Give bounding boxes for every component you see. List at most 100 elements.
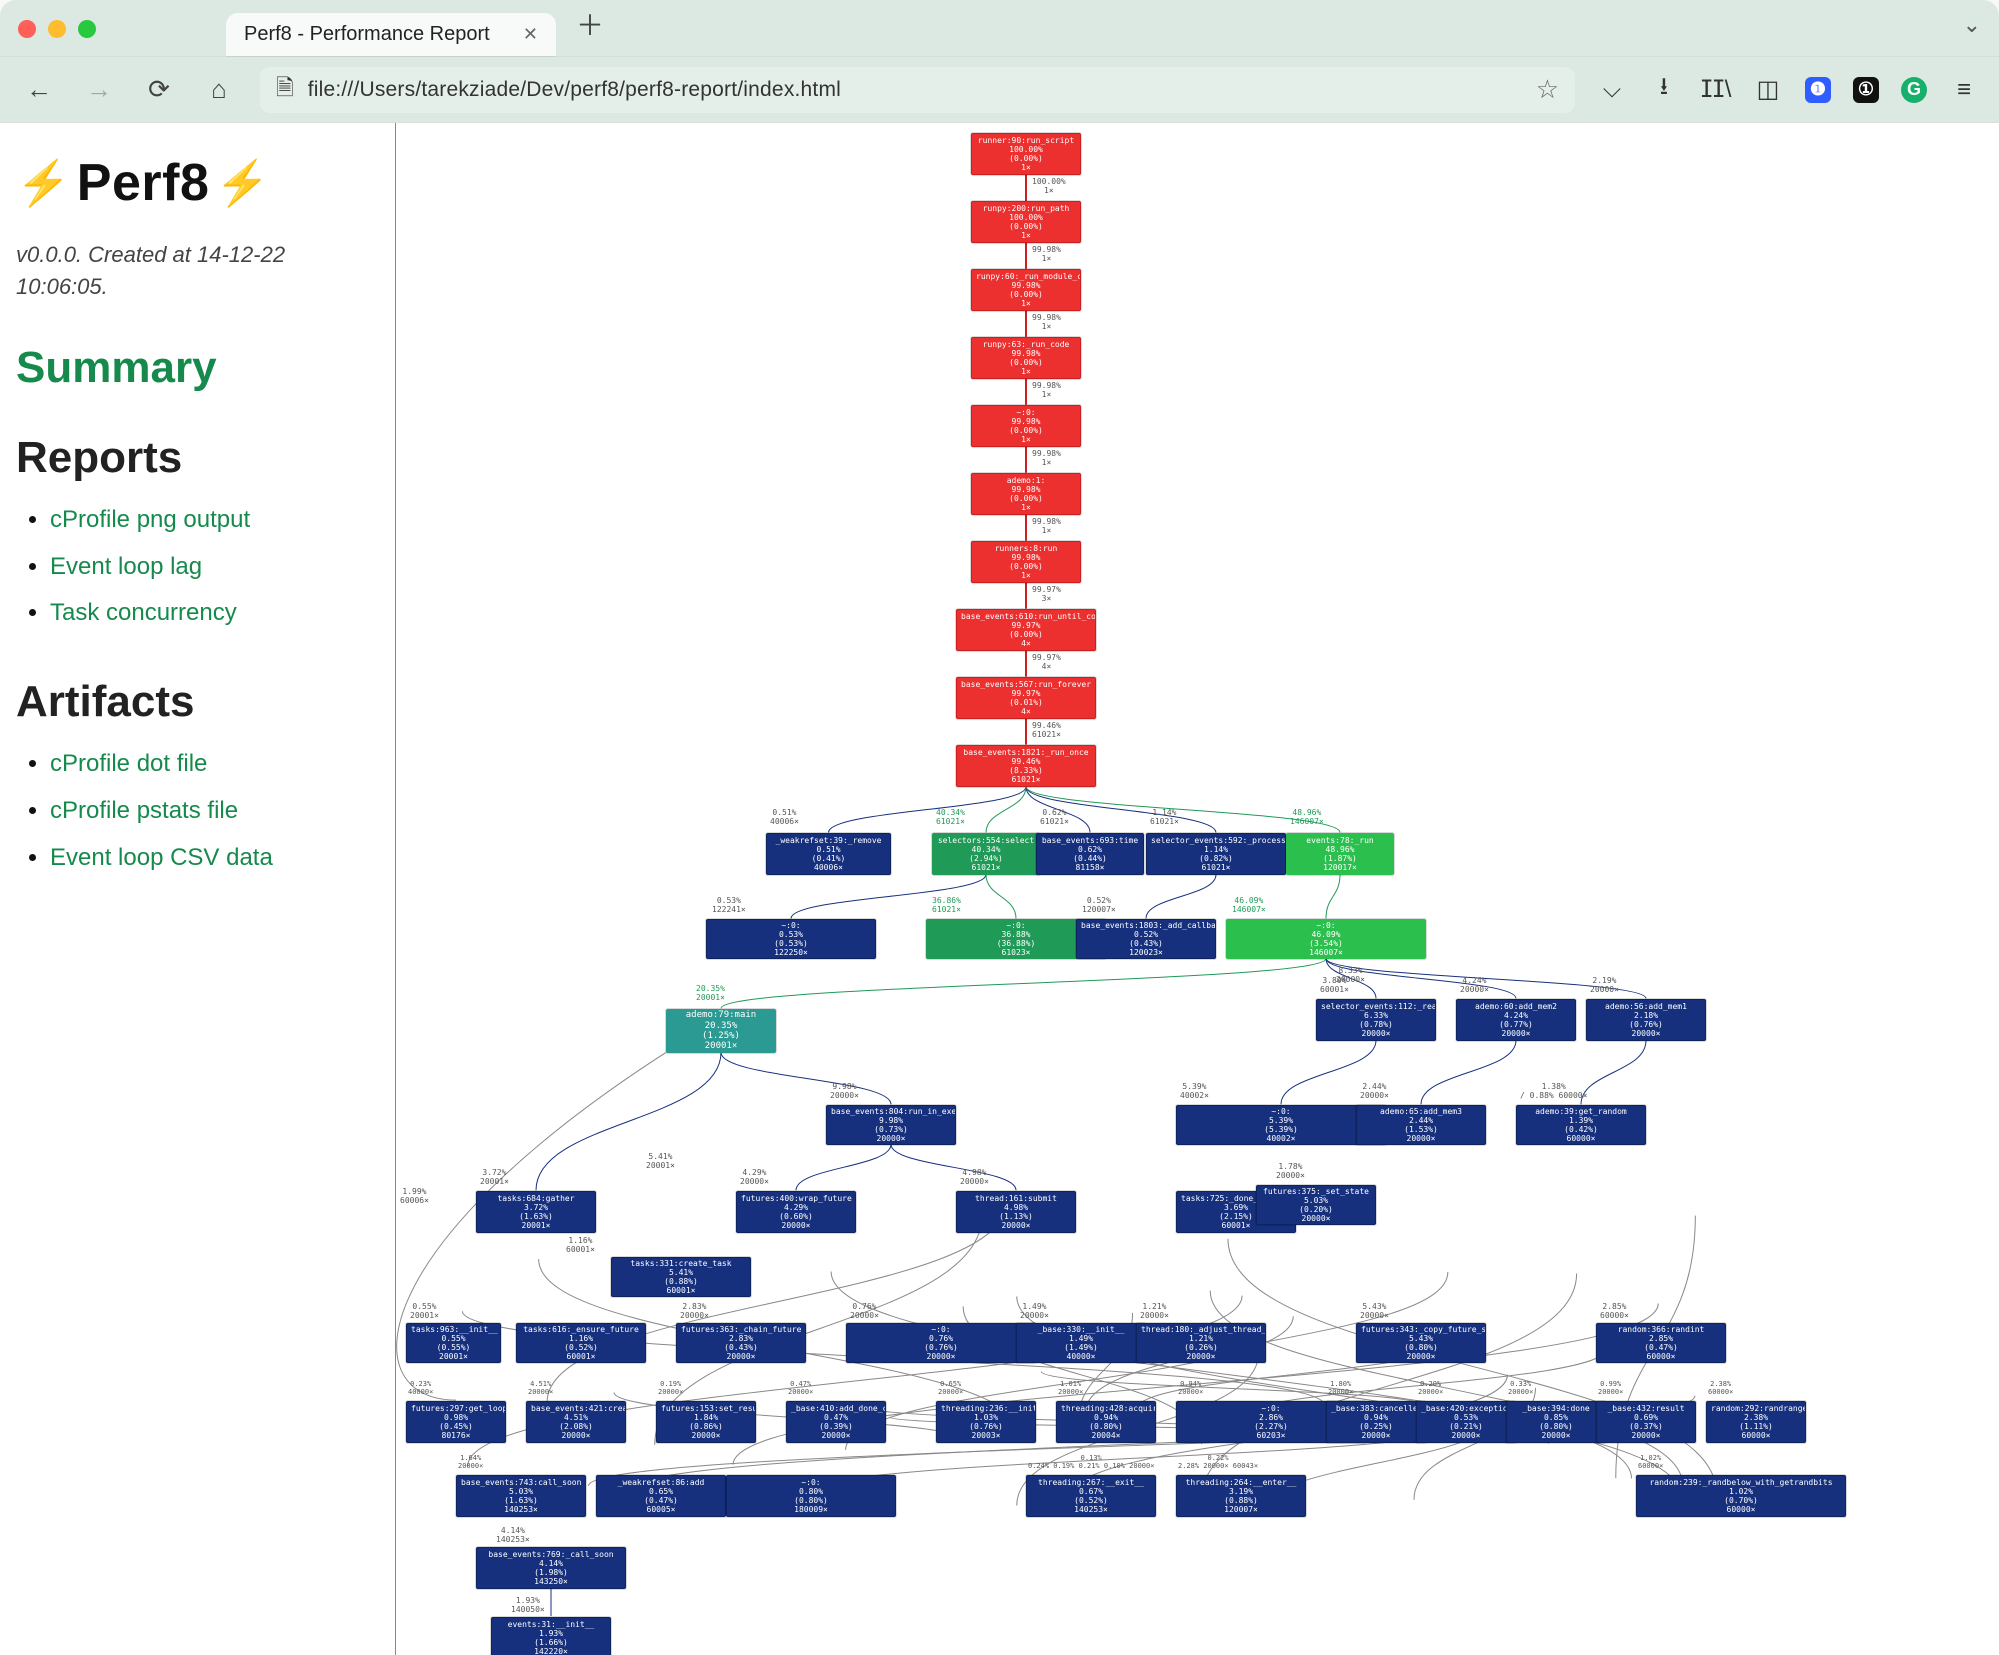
graph-node[interactable]: _base:330:__init__1.49%(1.49%)40000× [1016,1323,1146,1363]
graph-node[interactable]: thread:161:submit4.98%(1.13%)20000× [956,1191,1076,1233]
graph-node[interactable]: runner:90:run_script100.00%(0.00%)1× [971,133,1081,175]
graph-node[interactable]: tasks:963:__init__0.55%(0.55%)20001× [406,1323,501,1363]
graph-node[interactable]: _base:410:add_done_callback0.47%(0.39%)2… [786,1401,886,1443]
pocket-icon[interactable]: ⌵ [1597,75,1627,105]
graph-node[interactable]: ademo:56:add_mem12.18%(0.76%)20000× [1586,999,1706,1041]
graph-node[interactable]: base_events:610:run_until_complete99.97%… [956,609,1096,651]
graph-node[interactable]: random:292:randrange2.38%(1.11%)60000× [1706,1401,1806,1443]
hamburger-menu-icon[interactable]: ≡ [1949,75,1979,105]
graph-node[interactable]: thread:180:_adjust_thread_count1.21%(0.2… [1136,1323,1266,1363]
minimize-window-dot[interactable] [48,20,66,38]
report-link-cprofile-png[interactable]: cProfile png output [50,506,250,533]
graph-node[interactable]: ademo:65:add_mem32.44%(1.53%)20000× [1356,1105,1486,1145]
report-link-event-loop-lag[interactable]: Event loop lag [50,553,202,580]
extension-dark-icon[interactable]: ① [1853,77,1879,103]
graph-node[interactable]: random:366:randint2.85%(0.47%)60000× [1596,1323,1726,1363]
graph-node[interactable]: ~:0:0.53%(0.53%)122250× [706,919,876,959]
graph-node[interactable]: futures:375:_set_state5.03%(0.20%)20000× [1256,1185,1376,1225]
graph-node[interactable]: ~:0:99.98%(0.00%)1× [971,405,1081,447]
report-link-task-concurrency[interactable]: Task concurrency [50,599,237,626]
graph-node[interactable]: runpy:60:_run_module_code99.98%(0.00%)1× [971,269,1081,311]
graph-node[interactable]: _base:432:result0.69%(0.37%)20000× [1596,1401,1696,1443]
graph-node[interactable]: ~:0:0.80%(0.80%)180009× [726,1475,896,1517]
home-button[interactable]: ⌂ [200,71,238,109]
graph-edge-label: 5.41%20001× [646,1153,675,1171]
artifact-link-pstats[interactable]: cProfile pstats file [50,797,238,824]
library-icon[interactable]: ⵊⵊ\ [1701,75,1731,105]
graph-node[interactable]: tasks:616:_ensure_future1.16%(0.52%)6000… [516,1323,646,1363]
graph-node[interactable]: threading:264:__enter__3.19%(0.88%)12000… [1176,1475,1306,1517]
graph-edge-label: 2.19%20000× [1590,977,1619,995]
graph-edge-label: 1.01%20000× [1058,1381,1083,1396]
close-tab-icon[interactable]: ✕ [523,24,538,45]
extension-1password-icon[interactable]: ❶ [1805,77,1831,103]
sidebar-toggle-icon[interactable]: ◫ [1753,75,1783,105]
extension-grammarly-icon[interactable]: G [1901,77,1927,103]
artifact-link-csv[interactable]: Event loop CSV data [50,844,273,871]
graph-node[interactable]: ademo:39:get_random1.39%(0.42%)60000× [1516,1105,1646,1145]
close-window-dot[interactable] [18,20,36,38]
graph-node[interactable]: selector_events:592:_process_events1.14%… [1146,833,1286,875]
call-graph[interactable]: runner:90:run_script100.00%(0.00%)1×100.… [396,123,1999,1655]
graph-node[interactable]: ~:0:46.09%(3.54%)146007× [1226,919,1426,959]
graph-node[interactable]: base_events:804:run_in_executor9.98%(0.7… [826,1105,956,1145]
graph-edge-label: 1.38%/ 0.88% 60000× [1520,1083,1587,1101]
graph-edge-label: 40.34%61021× [936,809,965,827]
graph-node[interactable]: base_events:769:_call_soon4.14%(1.98%)14… [476,1547,626,1589]
address-bar[interactable]: 🗎 file:///Users/tarekziade/Dev/perf8/per… [260,67,1575,113]
graph-node[interactable]: _weakrefset:86:add0.65%(0.47%)60005× [596,1475,726,1517]
graph-edge-label: 4.98%20000× [960,1169,989,1187]
browser-tab[interactable]: Perf8 - Performance Report ✕ [226,13,556,56]
report-sidebar: ⚡ Perf8 ⚡ v0.0.0. Created at 14-12-22 10… [0,123,396,1655]
graph-node[interactable]: base_events:1821:_run_once99.46%(8.33%)6… [956,745,1096,787]
url-text: file:///Users/tarekziade/Dev/perf8/perf8… [308,78,1522,102]
zoom-window-dot[interactable] [78,20,96,38]
graph-node[interactable]: threading:236:__init__1.03%(0.76%)20003× [936,1401,1036,1443]
graph-node[interactable]: _base:394:done0.85%(0.80%)20000× [1506,1401,1606,1443]
graph-node[interactable]: base_events:567:run_forever99.97%(0.01%)… [956,677,1096,719]
reports-list: cProfile png output Event loop lag Task … [26,497,379,637]
graph-node[interactable]: events:31:__init__1.93%(1.66%)142220× [491,1617,611,1655]
graph-node[interactable]: _base:420:exception0.53%(0.21%)20000× [1416,1401,1516,1443]
graph-node[interactable]: _base:383:cancelled0.94%(0.25%)20000× [1326,1401,1426,1443]
reload-button[interactable]: ⟳ [140,71,178,109]
browser-toolbar: ← → ⟳ ⌂ 🗎 file:///Users/tarekziade/Dev/p… [0,56,1999,122]
graph-node[interactable]: _weakrefset:39:_remove0.51%(0.41%)40006× [766,833,891,875]
graph-edge-label: 4.14%140253× [496,1527,530,1545]
summary-link[interactable]: Summary [16,343,379,393]
graph-node[interactable]: selector_events:112:_read_from_self6.33%… [1316,999,1436,1041]
graph-node[interactable]: threading:428:acquire0.94%(0.80%)20004× [1056,1401,1156,1443]
back-button[interactable]: ← [20,71,58,109]
graph-node[interactable]: futures:297:get_loop0.98%(0.45%)80176× [406,1401,506,1443]
graph-node[interactable]: ademo:79:main20.35%(1.25%)20001× [666,1009,776,1053]
artifact-link-dot[interactable]: cProfile dot file [50,750,207,777]
graph-node[interactable]: base_events:1803:_add_callback0.52%(0.43… [1076,919,1216,959]
graph-node[interactable]: runners:8:run99.98%(0.00%)1× [971,541,1081,583]
graph-node[interactable]: ademo:1:99.98%(0.00%)1× [971,473,1081,515]
graph-node[interactable]: futures:363:_chain_future2.83%(0.43%)200… [676,1323,806,1363]
bookmark-star-icon[interactable]: ☆ [1536,74,1559,105]
graph-node[interactable]: futures:400:wrap_future4.29%(0.60%)20000… [736,1191,856,1233]
graph-node[interactable]: selectors:554:select40.34%(2.94%)61021× [932,833,1040,875]
graph-node[interactable]: base_events:693:time0.62%(0.44%)81158× [1036,833,1144,875]
downloads-icon[interactable]: ⭳ [1649,75,1679,105]
graph-edge-label: 99.97%3× [1032,586,1061,604]
graph-node[interactable]: ~:0:5.39%(5.39%)40002× [1176,1105,1386,1145]
graph-edge-label: 2.38%60000× [1708,1381,1733,1396]
graph-node[interactable]: base_events:421:create_fut…4.51%(2.08%)2… [526,1401,626,1443]
graph-node[interactable]: threading:267:__exit__0.67%(0.52%)140253… [1026,1475,1156,1517]
graph-node[interactable]: futures:343:_copy_future_state5.43%(0.80… [1356,1323,1486,1363]
graph-node[interactable]: tasks:684:gather3.72%(1.63%)20001× [476,1191,596,1233]
graph-node[interactable]: runpy:200:run_path100.00%(0.00%)1× [971,201,1081,243]
graph-node[interactable]: runpy:63:_run_code99.98%(0.00%)1× [971,337,1081,379]
graph-node[interactable]: ademo:60:add_mem24.24%(0.77%)20000× [1456,999,1576,1041]
graph-node[interactable]: ~:0:0.76%(0.76%)20000× [846,1323,1036,1363]
graph-edge-label: 99.97%4× [1032,654,1061,672]
new-tab-button[interactable]: ＋ [576,4,604,44]
graph-node[interactable]: base_events:743:call_soon5.03%(1.63%)140… [456,1475,586,1517]
graph-node[interactable]: events:78:_run48.96%(1.87%)120017× [1286,833,1394,875]
graph-node[interactable]: tasks:331:create_task5.41%(0.88%)60001× [611,1257,751,1297]
graph-node[interactable]: futures:153:set_result1.84%(0.86%)20000× [656,1401,756,1443]
tabs-dropdown-icon[interactable]: ⌄ [1963,12,1981,38]
graph-node[interactable]: random:239:_randbelow_with_getrandbits1.… [1636,1475,1846,1517]
